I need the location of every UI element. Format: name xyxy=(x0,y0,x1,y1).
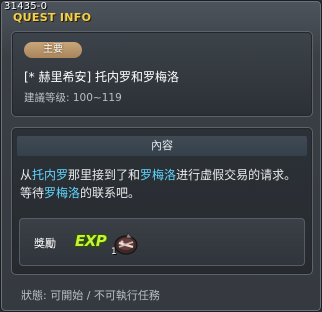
desc-text: 的联系吧。 xyxy=(80,186,141,200)
quest-status: 狀態: 可開始 / 不可執行任務 xyxy=(21,289,160,302)
reward-label: 獎勵 xyxy=(34,237,56,250)
desc-text: 那里接到了和 xyxy=(68,168,141,182)
quest-content-panel: 內容 从托内罗那里接到了和罗梅洛进行虚假交易的请求。等待罗梅洛的联系吧。 獎勵 … xyxy=(11,127,313,275)
npc-name-link: 罗梅洛 xyxy=(44,186,81,200)
npc-name-link: 托内罗 xyxy=(32,168,69,182)
item-count: 1 xyxy=(111,247,117,257)
npc-name-link: 罗梅洛 xyxy=(140,168,177,182)
desc-text: 从 xyxy=(20,168,33,182)
reward-box: 獎勵 EXP 1 xyxy=(19,218,305,266)
quest-name: [* 赫里希安] 托内罗和罗梅洛 xyxy=(24,70,179,84)
exp-icon[interactable]: EXP xyxy=(75,232,107,250)
quest-info-window: 31435-0 QUEST INFO 主要 [* 赫里希安] 托内罗和罗梅洛 建… xyxy=(0,0,322,312)
quest-summary-panel: 主要 [* 赫里希安] 托内罗和罗梅洛 建議等级: 100~119 xyxy=(11,31,313,117)
window-title: QUEST INFO xyxy=(13,11,92,24)
content-header: 內容 xyxy=(17,136,307,156)
category-badge: 主要 xyxy=(24,42,82,58)
recommended-level: 建議等级: 100~119 xyxy=(24,92,122,104)
quest-description: 从托内罗那里接到了和罗梅洛进行虚假交易的请求。等待罗梅洛的联系吧。 xyxy=(20,166,308,202)
